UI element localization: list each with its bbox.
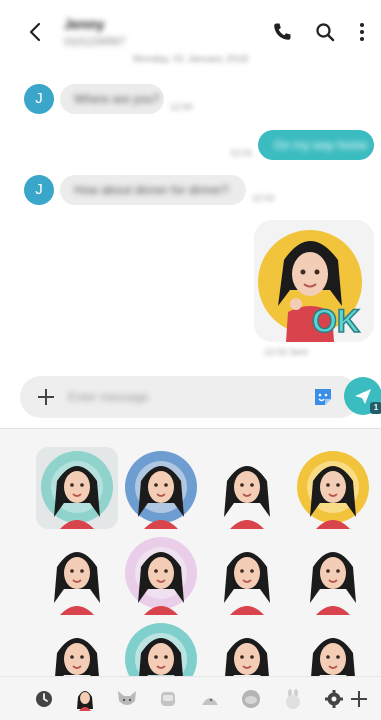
conversation-header: Jenny 0101234567 Monday, 01 January 2018 bbox=[0, 0, 381, 72]
ar-emoji-sticker-image bbox=[211, 537, 283, 615]
contact-avatar[interactable]: J bbox=[24, 84, 54, 114]
sticker-item[interactable] bbox=[120, 447, 202, 529]
sticker-item[interactable] bbox=[206, 447, 288, 529]
sim-badge: 1 bbox=[370, 402, 381, 414]
message-time: 12:00 bbox=[170, 102, 193, 112]
ar-emoji-sticker-image bbox=[41, 451, 113, 529]
sticker-icon[interactable] bbox=[312, 386, 334, 408]
message-time: 12:01 bbox=[230, 148, 253, 158]
ar-emoji-icon[interactable] bbox=[73, 687, 97, 711]
message-text: Where are you? bbox=[74, 92, 160, 106]
sticker-item[interactable] bbox=[206, 533, 288, 615]
fox-icon[interactable] bbox=[115, 687, 139, 711]
back-arrow-icon[interactable] bbox=[24, 20, 48, 44]
send-button[interactable]: 1 bbox=[344, 377, 381, 415]
message-list: J Where are you? 12:00 12:01 On my way h… bbox=[0, 72, 381, 372]
recent-icon[interactable] bbox=[32, 687, 56, 711]
phone-icon[interactable] bbox=[270, 20, 294, 44]
message-input[interactable]: Enter message bbox=[68, 388, 298, 406]
incoming-message[interactable]: How about dinner for dinner? bbox=[60, 175, 246, 205]
incoming-message[interactable]: Where are you? bbox=[60, 84, 164, 114]
contact-number: 0101234567 bbox=[64, 36, 126, 48]
contact-avatar[interactable]: J bbox=[24, 175, 54, 205]
message-text: How about dinner for dinner? bbox=[74, 183, 229, 197]
ar-emoji-sticker-image bbox=[211, 451, 283, 529]
sloth-icon[interactable] bbox=[239, 687, 263, 711]
add-attachment-icon[interactable] bbox=[34, 385, 58, 409]
message-time: 12:02 bbox=[252, 193, 275, 203]
outgoing-message[interactable]: On my way home bbox=[258, 130, 374, 160]
message-time: 12:03 Sent bbox=[264, 347, 308, 357]
sticker-item[interactable] bbox=[292, 447, 374, 529]
svg-text:OK: OK bbox=[312, 303, 360, 339]
add-sticker-icon[interactable] bbox=[347, 687, 371, 711]
search-icon[interactable] bbox=[313, 20, 337, 44]
ar-emoji-sticker-image bbox=[41, 537, 113, 615]
ar-emoji-sticker-image bbox=[125, 537, 197, 615]
ok-sticker-image: OK bbox=[258, 230, 362, 342]
sticker-item[interactable] bbox=[120, 533, 202, 615]
sticker-item[interactable] bbox=[292, 533, 374, 615]
sticker-tab-bar bbox=[0, 676, 381, 720]
ar-emoji-sticker-image bbox=[297, 451, 369, 529]
ar-emoji-sticker-image bbox=[125, 451, 197, 529]
rabbit-icon[interactable] bbox=[281, 687, 305, 711]
settings-icon[interactable] bbox=[322, 687, 346, 711]
contact-name: Jenny bbox=[64, 16, 105, 32]
contact-info[interactable]: Jenny 0101234567 bbox=[64, 16, 125, 48]
sent-sticker-message[interactable]: OK bbox=[254, 220, 374, 342]
date-divider: Monday, 01 January 2018 bbox=[133, 54, 248, 65]
sticker-item[interactable] bbox=[36, 533, 118, 615]
sticker-item[interactable] bbox=[36, 447, 118, 529]
message-text: On my way home bbox=[274, 138, 368, 152]
more-options-icon[interactable] bbox=[350, 20, 374, 44]
message-composer: Enter message bbox=[20, 376, 360, 418]
duck-icon[interactable] bbox=[198, 687, 222, 711]
ar-emoji-sticker-image bbox=[297, 537, 369, 615]
cat-icon[interactable] bbox=[156, 687, 180, 711]
